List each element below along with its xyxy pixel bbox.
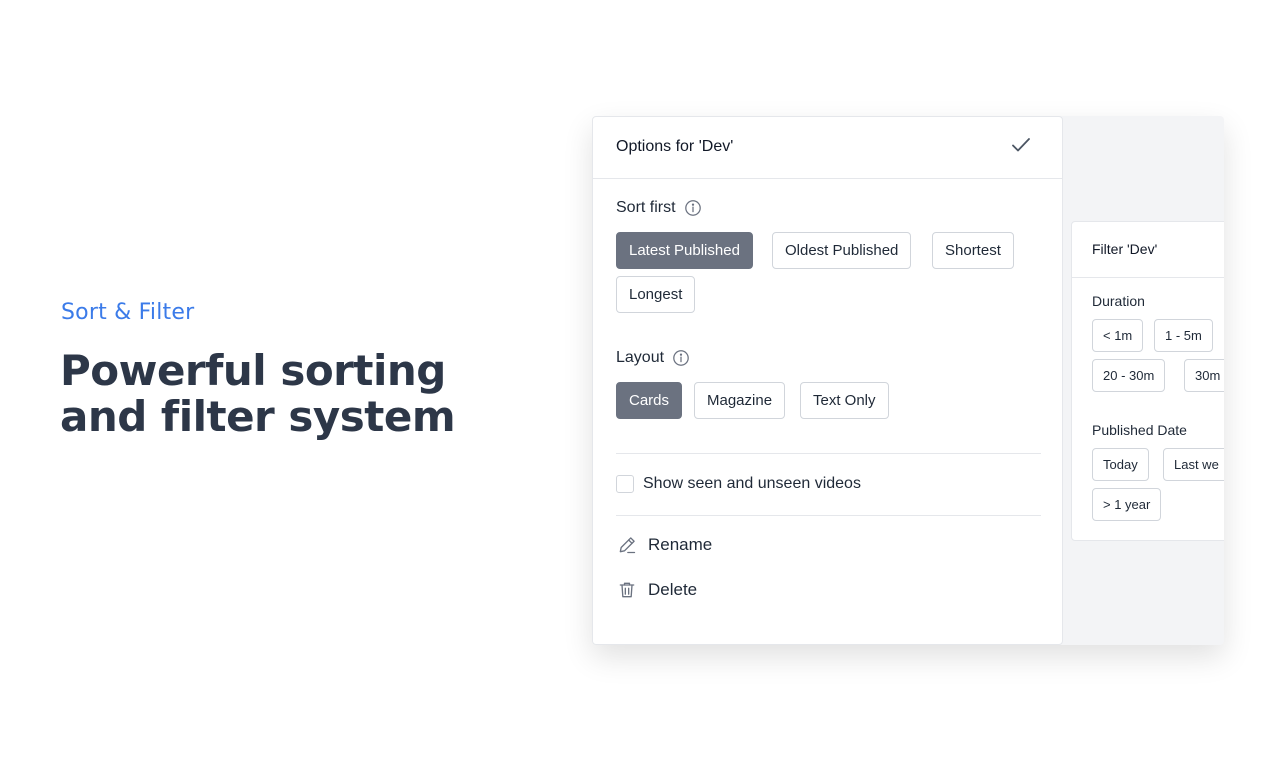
layout-option-text-only[interactable]: Text Only: [800, 382, 889, 419]
filter-panel: Filter 'Dev' Duration < 1m 1 - 5m 20 - 3…: [1071, 221, 1224, 541]
pencil-icon: [619, 537, 636, 554]
section-eyebrow: Sort & Filter: [61, 300, 195, 325]
options-header: Options for 'Dev': [593, 117, 1062, 179]
screenshot-stage: Options for 'Dev' Sort first Latest Publ…: [592, 116, 1224, 645]
sort-first-label-text: Sort first: [616, 199, 676, 216]
options-title: Options for 'Dev': [616, 138, 734, 155]
rename-button[interactable]: Rename: [617, 535, 712, 555]
filter-header: Filter 'Dev': [1072, 222, 1224, 278]
delete-label: Delete: [648, 580, 698, 599]
sort-first-label: Sort first: [616, 199, 702, 217]
seen-label: Show seen and unseen videos: [643, 475, 861, 492]
sort-option-shortest[interactable]: Shortest: [932, 232, 1014, 269]
duration-option-under-1m[interactable]: < 1m: [1092, 319, 1144, 352]
published-date-label: Published Date: [1092, 422, 1187, 438]
published-option-last-week[interactable]: Last we: [1163, 448, 1224, 481]
duration-option-1-5m[interactable]: 1 - 5m: [1154, 319, 1213, 352]
sort-option-oldest-published[interactable]: Oldest Published: [772, 232, 912, 269]
sort-option-latest-published[interactable]: Latest Published: [616, 232, 753, 269]
seen-toggle-row[interactable]: Show seen and unseen videos: [616, 475, 861, 493]
duration-label: Duration: [1092, 293, 1145, 309]
published-option-over-1-year[interactable]: > 1 year: [1092, 488, 1162, 521]
options-panel: Options for 'Dev' Sort first Latest Publ…: [592, 116, 1063, 645]
check-icon[interactable]: [1009, 133, 1033, 157]
sort-option-longest[interactable]: Longest: [616, 276, 696, 313]
divider: [616, 453, 1041, 454]
layout-label: Layout: [616, 349, 690, 367]
hero-title: Powerful sorting and filter system: [60, 346, 456, 441]
duration-option-20-30m[interactable]: 20 - 30m: [1092, 359, 1166, 392]
rename-label: Rename: [648, 535, 713, 554]
seen-checkbox[interactable]: [616, 475, 634, 493]
trash-icon: [619, 582, 635, 598]
layout-label-text: Layout: [616, 349, 665, 366]
filter-title: Filter 'Dev': [1092, 241, 1158, 257]
duration-option-30m[interactable]: 30m: [1184, 359, 1224, 392]
delete-button[interactable]: Delete: [617, 580, 697, 600]
divider: [616, 515, 1041, 516]
layout-option-cards[interactable]: Cards: [616, 382, 683, 419]
published-option-today[interactable]: Today: [1092, 448, 1149, 481]
info-icon[interactable]: [684, 199, 702, 217]
layout-option-magazine[interactable]: Magazine: [694, 382, 786, 419]
info-icon[interactable]: [672, 349, 690, 367]
